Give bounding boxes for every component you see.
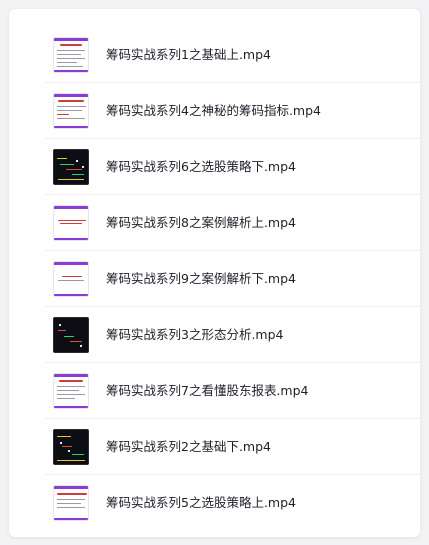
- file-name: 筹码实战系列9之案例解析下.mp4: [106, 271, 296, 286]
- file-name: 筹码实战系列2之基础下.mp4: [106, 439, 271, 454]
- video-thumbnail: [53, 93, 89, 129]
- list-item[interactable]: 筹码实战系列5之选股策略上.mp4: [9, 475, 420, 531]
- video-thumbnail: [53, 261, 89, 297]
- video-thumbnail: [53, 429, 89, 465]
- file-name: 筹码实战系列1之基础上.mp4: [106, 47, 271, 62]
- list-item[interactable]: 筹码实战系列2之基础下.mp4: [9, 419, 420, 475]
- file-list: 筹码实战系列1之基础上.mp4 筹码实战系列4之神秘的筹码指标.mp4 筹码实战…: [9, 27, 420, 531]
- file-name: 筹码实战系列5之选股策略上.mp4: [106, 495, 296, 510]
- video-thumbnail: [53, 37, 89, 73]
- file-list-panel: 筹码实战系列1之基础上.mp4 筹码实战系列4之神秘的筹码指标.mp4 筹码实战…: [9, 9, 420, 537]
- list-item[interactable]: 筹码实战系列8之案例解析上.mp4: [9, 195, 420, 251]
- list-item[interactable]: 筹码实战系列4之神秘的筹码指标.mp4: [9, 83, 420, 139]
- video-thumbnail: [53, 149, 89, 185]
- video-thumbnail: [53, 485, 89, 521]
- list-item[interactable]: 筹码实战系列3之形态分析.mp4: [9, 307, 420, 363]
- file-name: 筹码实战系列6之选股策略下.mp4: [106, 159, 296, 174]
- list-item[interactable]: 筹码实战系列7之看懂股东报表.mp4: [9, 363, 420, 419]
- list-item[interactable]: 筹码实战系列6之选股策略下.mp4: [9, 139, 420, 195]
- video-thumbnail: [53, 373, 89, 409]
- file-name: 筹码实战系列3之形态分析.mp4: [106, 327, 284, 342]
- file-name: 筹码实战系列4之神秘的筹码指标.mp4: [106, 103, 321, 118]
- video-thumbnail: [53, 317, 89, 353]
- list-item[interactable]: 筹码实战系列9之案例解析下.mp4: [9, 251, 420, 307]
- video-thumbnail: [53, 205, 89, 241]
- list-item[interactable]: 筹码实战系列1之基础上.mp4: [9, 27, 420, 83]
- file-name: 筹码实战系列7之看懂股东报表.mp4: [106, 383, 309, 398]
- file-name: 筹码实战系列8之案例解析上.mp4: [106, 215, 296, 230]
